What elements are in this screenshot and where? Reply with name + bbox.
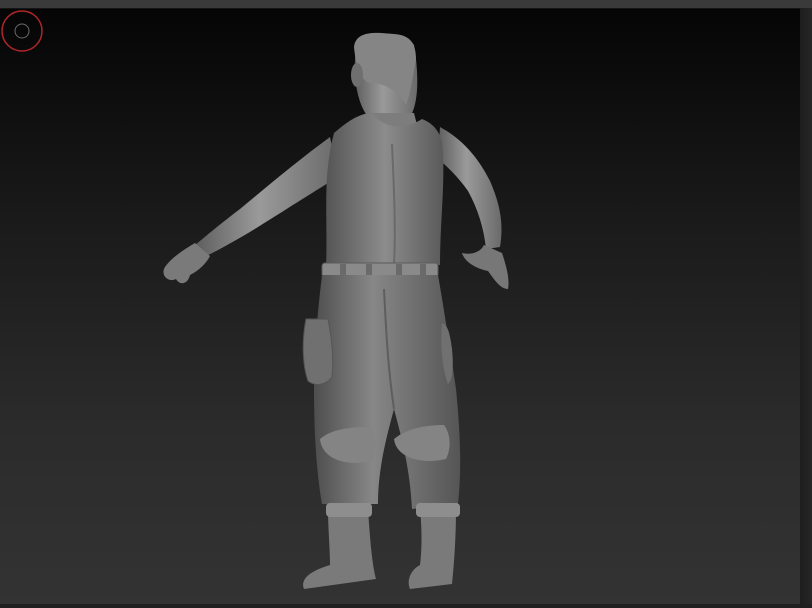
left-arm [195, 137, 338, 259]
right-boot [408, 509, 456, 589]
sculpted-model[interactable] [0, 9, 800, 604]
ear [351, 63, 363, 87]
right-hand [462, 245, 509, 289]
right-arm [438, 127, 502, 249]
sculpt-app-window [0, 0, 812, 608]
left-boot [303, 509, 376, 589]
pants [314, 275, 461, 509]
brush-circle-icon [1, 10, 43, 52]
bottom-edge [0, 604, 812, 608]
tank-top [326, 113, 444, 267]
right-side-panel-edge[interactable] [800, 8, 812, 608]
3d-viewport[interactable] [0, 9, 800, 604]
left-pocket [302, 318, 334, 385]
top-toolbar [0, 0, 812, 9]
